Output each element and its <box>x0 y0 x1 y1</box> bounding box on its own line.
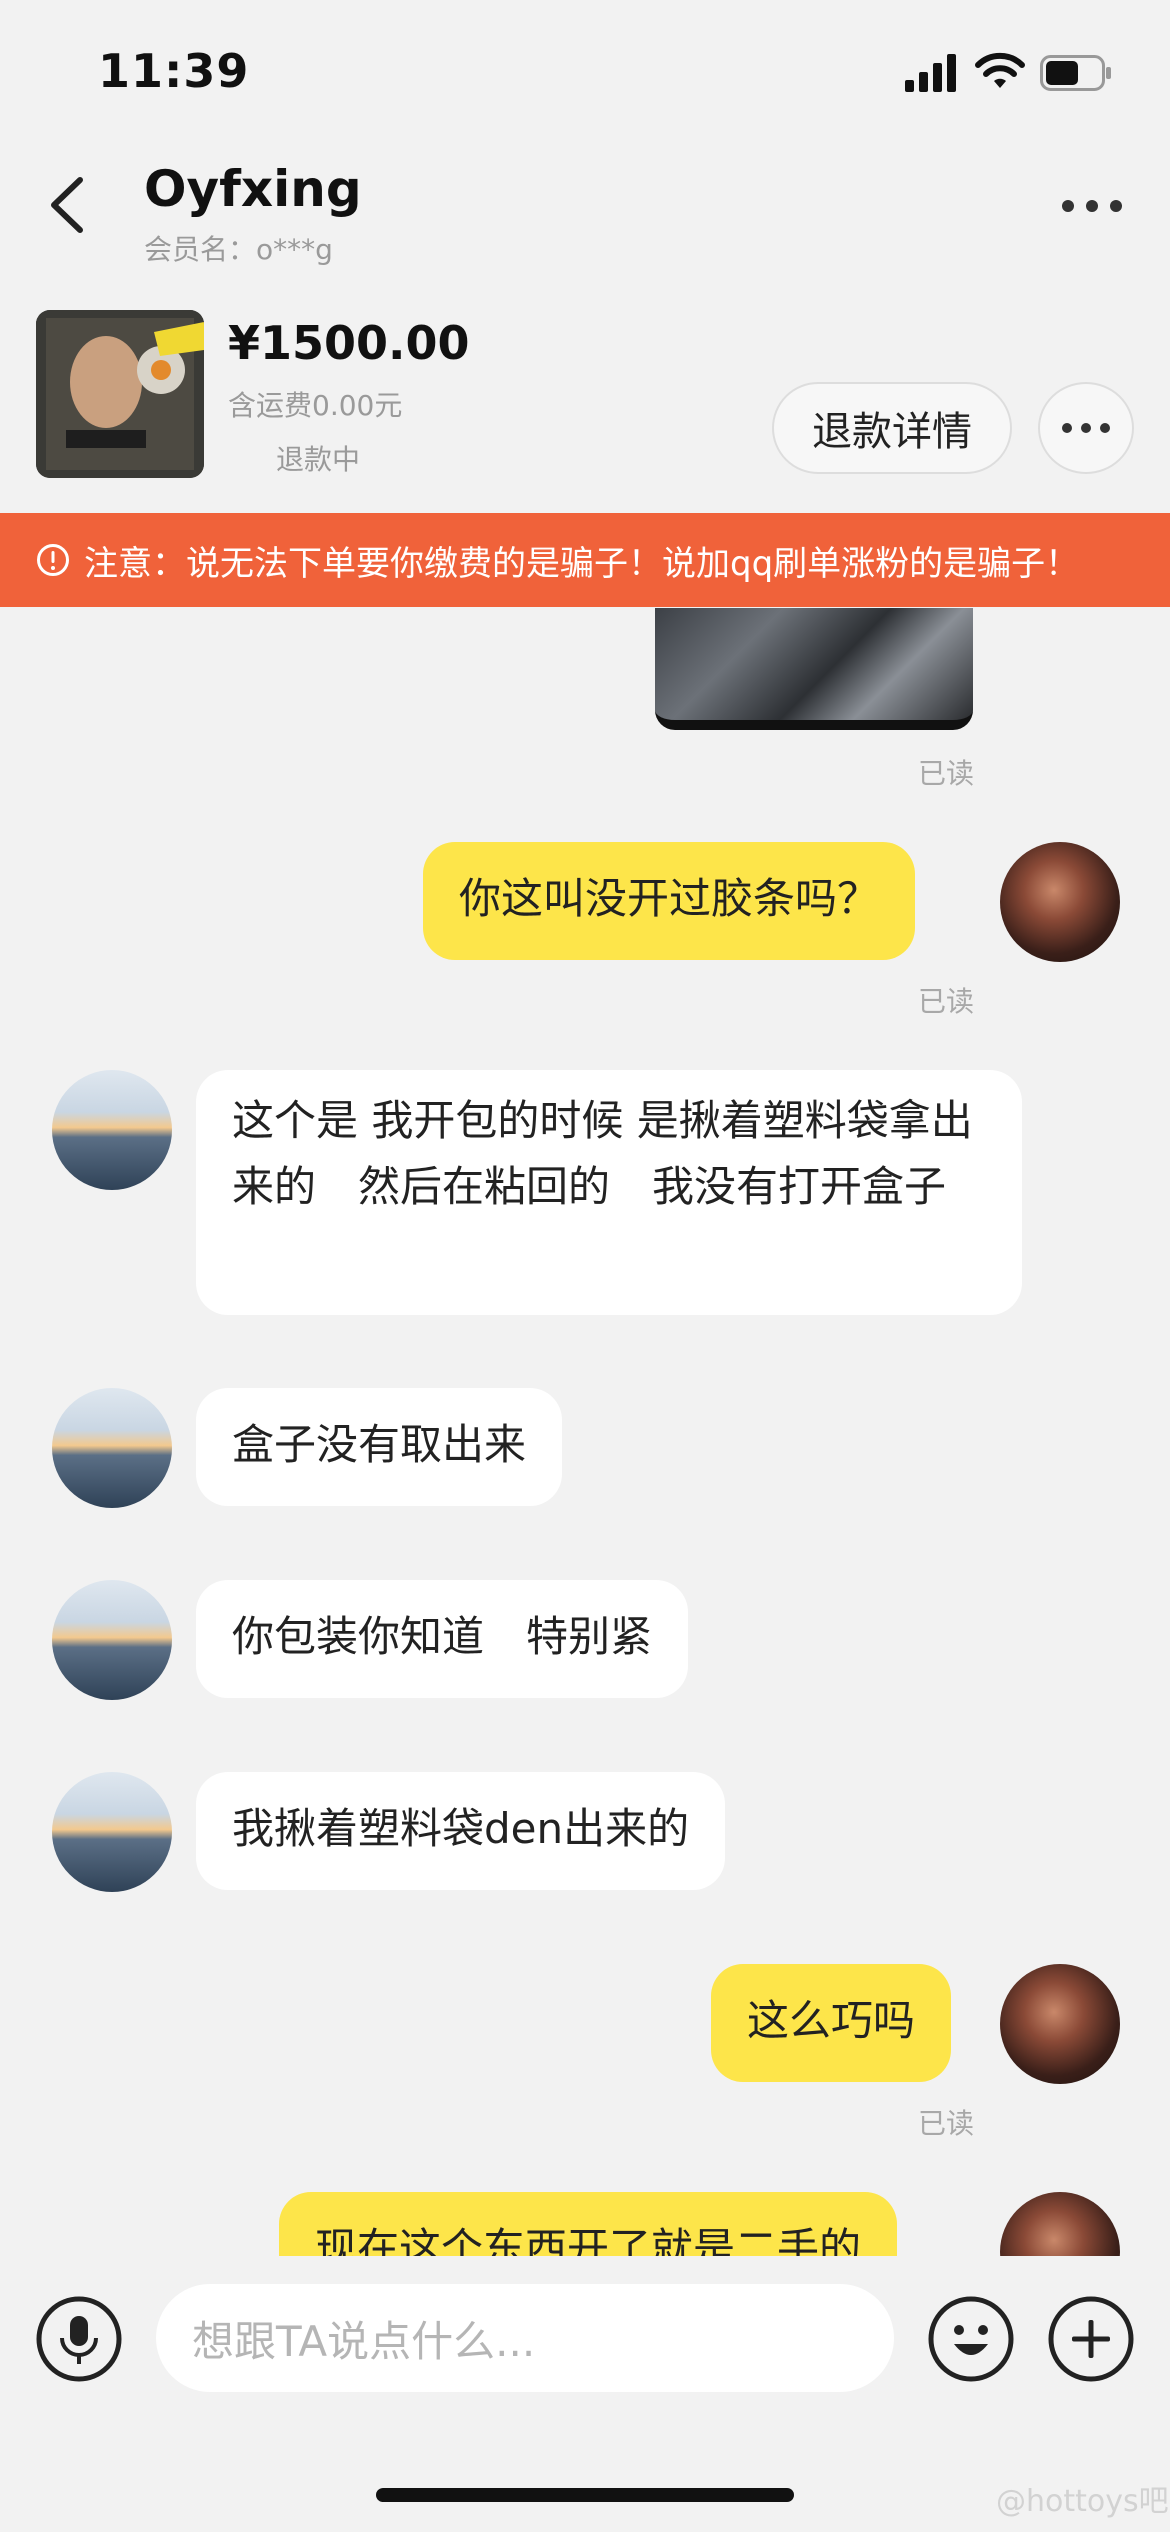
read-receipt: 已读 <box>918 757 975 790</box>
status-time: 11:39 <box>98 44 250 98</box>
cellular-signal-icon <box>905 54 956 92</box>
scam-warning-banner: 注意：说无法下单要你缴费的是骗子！说加qq刷单涨粉的是骗子！ <box>0 513 1170 607</box>
microphone-icon[interactable] <box>36 2296 122 2382</box>
order-status: 退款中 <box>276 443 361 476</box>
back-arrow-icon[interactable] <box>40 170 100 240</box>
product-image-icon <box>36 310 204 478</box>
read-receipt: 已读 <box>918 2107 975 2140</box>
wifi-icon <box>975 52 1025 88</box>
watermark: @hottoys吧 <box>996 2484 1169 2519</box>
read-receipt: 已读 <box>918 985 975 1018</box>
warning-text: 注意：说无法下单要你缴费的是骗子！说加qq刷单涨粉的是骗子！ <box>84 543 1080 584</box>
more-options-icon[interactable] <box>1058 196 1126 216</box>
product-thumbnail[interactable] <box>36 310 204 478</box>
message-bubble[interactable]: 你这叫没开过胶条吗？ <box>423 842 916 960</box>
contact-avatar[interactable] <box>52 1070 172 1190</box>
contact-avatar[interactable] <box>52 1772 172 1892</box>
message-input[interactable]: 想跟TA说点什么... <box>156 2284 894 2392</box>
emoji-icon[interactable] <box>928 2296 1014 2382</box>
contact-avatar[interactable] <box>52 1580 172 1700</box>
member-name: 会员名：o***g <box>144 233 333 266</box>
alert-icon <box>37 544 69 576</box>
message-bubble[interactable]: 这个是 我开包的时候 是揪着塑料袋拿出来的 然后在粘回的 我没有打开盒子 <box>196 1070 1022 1315</box>
home-indicator <box>376 2488 794 2502</box>
more-dots-icon <box>1062 423 1110 433</box>
battery-icon <box>1040 55 1111 91</box>
message-bubble[interactable]: 我揪着塑料袋den出来的 <box>196 1772 726 1890</box>
chat-image-message[interactable] <box>655 608 973 730</box>
message-bubble[interactable]: 这么巧吗 <box>711 1964 952 2082</box>
message-bubble[interactable]: 你包装你知道 特别紧 <box>196 1580 689 1698</box>
contact-name: Oyfxing <box>144 160 362 218</box>
message-bubble[interactable]: 盒子没有取出来 <box>196 1388 563 1506</box>
product-price: ¥1500.00 <box>228 316 470 370</box>
add-attachment-icon[interactable] <box>1048 2296 1134 2382</box>
shipping-fee: 含运费0.00元 <box>228 389 403 422</box>
contact-avatar[interactable] <box>52 1388 172 1508</box>
my-avatar[interactable] <box>1000 1964 1120 2084</box>
my-avatar[interactable] <box>1000 842 1120 962</box>
product-more-button[interactable] <box>1038 382 1134 474</box>
refund-details-button[interactable]: 退款详情 <box>772 382 1012 474</box>
